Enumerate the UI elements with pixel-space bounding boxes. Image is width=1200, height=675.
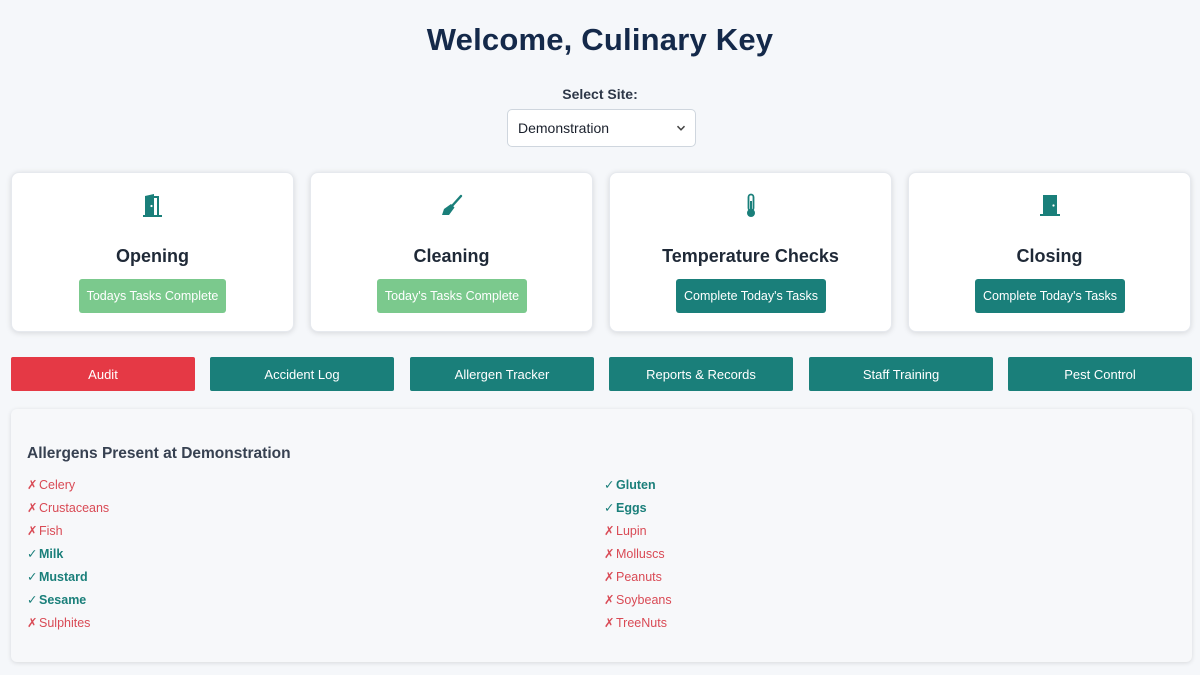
page-title: Welcome, Culinary Key [426, 22, 774, 57]
reports-records-button[interactable]: Reports & Records [609, 357, 793, 391]
allergen-name: Soybeans [616, 593, 672, 607]
site-select-label: Select Site: [562, 86, 638, 102]
cross-icon: ✗ [27, 478, 38, 492]
cleaning-tasks-button[interactable]: Today's Tasks Complete [377, 279, 527, 313]
card-temperature-checks: Temperature Checks Complete Today's Task… [609, 172, 892, 332]
allergen-name: Sesame [39, 593, 87, 607]
allergen-item: ✗ Lupin [604, 523, 647, 538]
cross-icon: ✗ [604, 524, 615, 538]
allergen-item: ✓ Eggs [604, 500, 647, 515]
allergen-name: Fish [39, 524, 63, 538]
allergen-item: ✓ Gluten [604, 477, 656, 492]
staff-training-button[interactable]: Staff Training [809, 357, 993, 391]
allergen-name: Milk [39, 547, 64, 561]
allergen-name: Mustard [39, 570, 88, 584]
cross-icon: ✗ [27, 524, 38, 538]
allergen-name: Sulphites [39, 616, 91, 630]
allergen-item: ✗ Peanuts [604, 569, 662, 584]
allergen-panel-title: Allergens Present at Demonstration [27, 445, 291, 462]
allergen-item: ✓ Milk [27, 546, 63, 561]
card-closing: Closing Complete Today's Tasks [908, 172, 1191, 332]
allergen-name: Crustaceans [39, 501, 110, 515]
allergen-item: ✓ Sesame [27, 592, 86, 607]
allergen-name: Molluscs [616, 547, 665, 561]
allergen-name: Peanuts [616, 570, 662, 584]
allergen-item: ✗ Soybeans [604, 592, 672, 607]
card-cleaning: Cleaning Today's Tasks Complete [310, 172, 593, 332]
pest-control-button[interactable]: Pest Control [1008, 357, 1192, 391]
opening-tasks-button[interactable]: Todays Tasks Complete [79, 279, 226, 313]
allergen-name: Eggs [616, 501, 647, 515]
thermometer-icon [746, 193, 755, 217]
audit-button[interactable]: Audit [11, 357, 195, 391]
allergen-item: ✗ Crustaceans [27, 500, 109, 515]
allergen-name: Lupin [616, 524, 647, 538]
allergen-item: ✗ TreeNuts [604, 615, 667, 630]
allergen-name: TreeNuts [616, 616, 667, 630]
accident-log-button[interactable]: Accident Log [210, 357, 394, 391]
card-title: Temperature Checks [662, 246, 839, 266]
allergen-name: Celery [39, 478, 76, 492]
card-title: Cleaning [413, 246, 490, 266]
check-icon: ✓ [27, 570, 38, 584]
cross-icon: ✗ [604, 547, 615, 561]
check-icon: ✓ [604, 478, 615, 492]
chevron-down-icon [676, 125, 686, 131]
site-select[interactable]: Demonstration [507, 109, 696, 147]
cross-icon: ✗ [27, 616, 38, 630]
cross-icon: ✗ [27, 501, 38, 515]
allergen-item: ✗ Celery [27, 477, 75, 492]
door-open-icon [142, 194, 162, 217]
check-icon: ✓ [27, 593, 38, 607]
card-opening: Opening Todays Tasks Complete [11, 172, 294, 332]
cross-icon: ✗ [604, 570, 615, 584]
allergen-item: ✓ Mustard [27, 569, 88, 584]
check-icon: ✓ [604, 501, 615, 515]
broom-icon [441, 194, 462, 215]
card-title: Opening [116, 246, 189, 266]
closing-tasks-button[interactable]: Complete Today's Tasks [975, 279, 1125, 313]
allergen-tracker-button[interactable]: Allergen Tracker [410, 357, 594, 391]
allergen-item: ✗ Fish [27, 523, 63, 538]
cross-icon: ✗ [604, 616, 615, 630]
check-icon: ✓ [27, 547, 38, 561]
allergen-name: Gluten [616, 478, 656, 492]
temperature-tasks-button[interactable]: Complete Today's Tasks [676, 279, 826, 313]
site-select-value: Demonstration [518, 120, 610, 136]
cross-icon: ✗ [604, 593, 615, 607]
card-title: Closing [1016, 246, 1083, 266]
dashboard-page: Welcome, Culinary Key Select Site: Demon… [0, 0, 1200, 675]
door-closed-icon [1039, 195, 1060, 216]
allergen-item: ✗ Molluscs [604, 546, 665, 561]
allergen-item: ✗ Sulphites [27, 615, 90, 630]
